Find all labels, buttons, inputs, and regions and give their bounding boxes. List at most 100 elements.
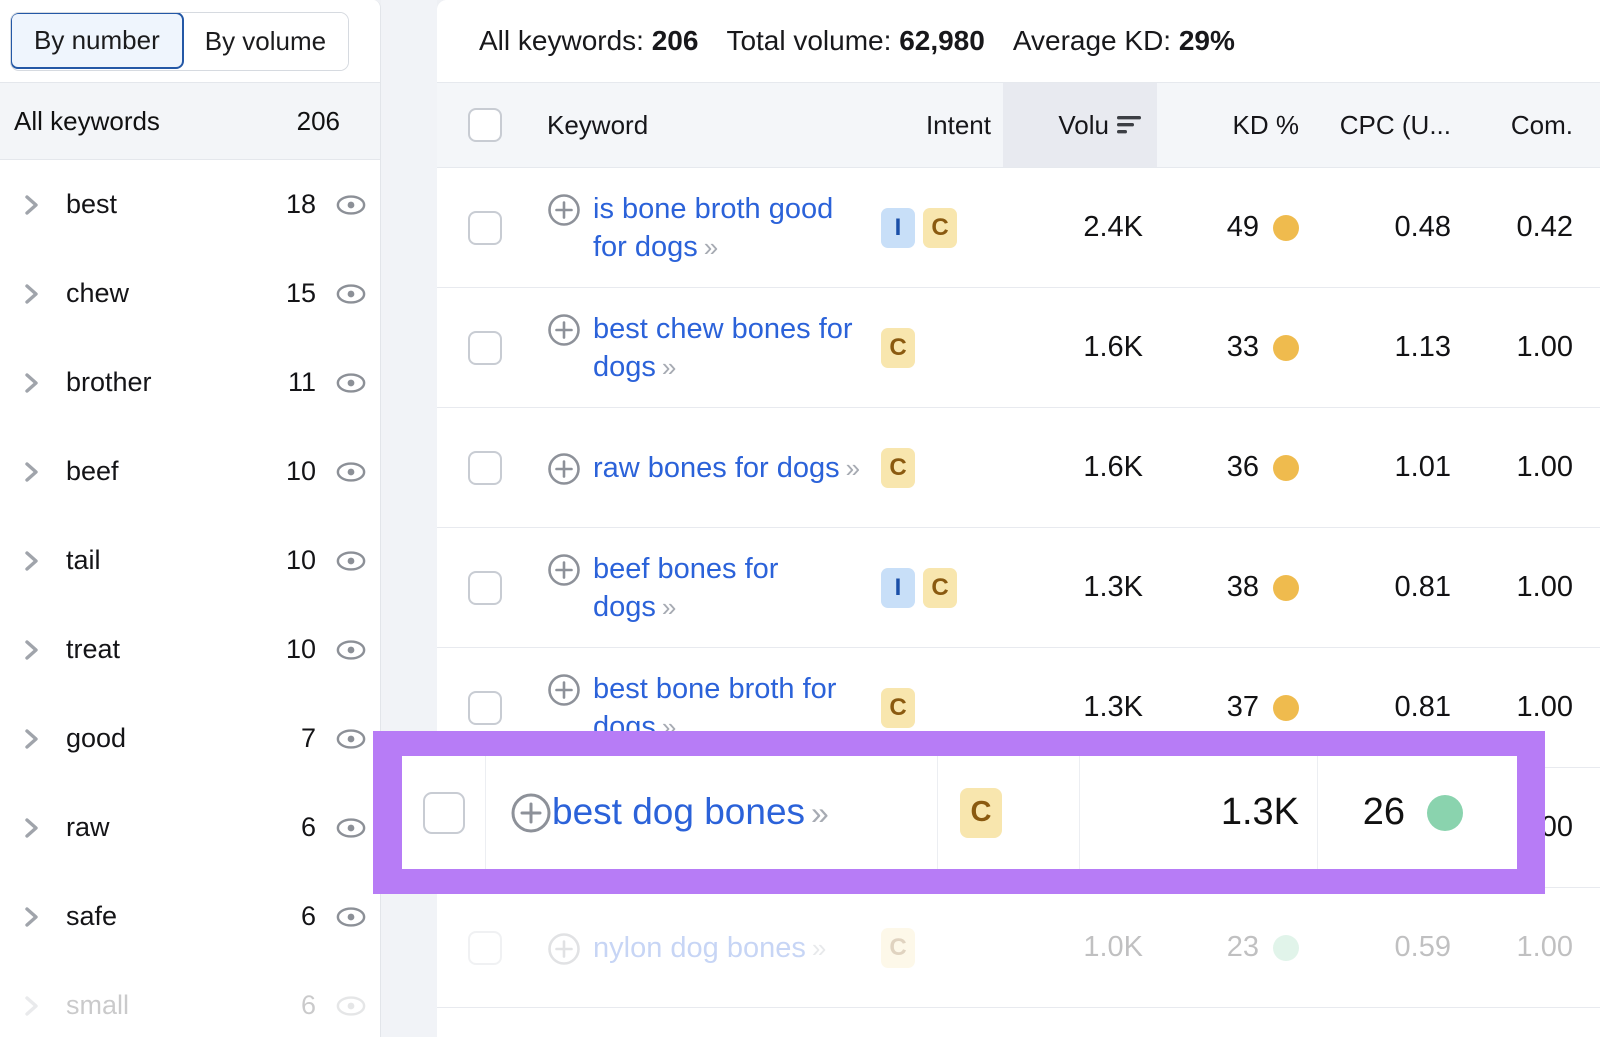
sidebar-group-chew[interactable]: chew 15 [0,249,380,338]
highlight-row-checkbox[interactable] [422,791,465,834]
chevron-right-icon[interactable] [18,548,44,574]
eye-icon[interactable] [336,724,366,754]
intent-badge-informational[interactable]: I [881,207,915,248]
eye-icon[interactable] [336,457,366,487]
add-keyword-plus-circle-icon[interactable] [547,313,581,347]
row-keyword-cell[interactable]: beef bones for dogs» [533,527,867,648]
row-checkbox[interactable] [468,330,502,365]
intent-badge-commercial[interactable]: C [923,567,957,608]
table-row[interactable]: nylon dog bones» C 1.0K 23 0.59 1.00 6 [437,887,1600,1008]
eye-icon[interactable] [336,991,366,1021]
row-sf-cell: 8 [1587,407,1600,528]
chevron-right-icon[interactable] [18,904,44,930]
sidebar-group-best[interactable]: best 18 [0,160,380,249]
expand-double-chevron-icon[interactable]: » [704,232,719,262]
eye-icon[interactable] [336,902,366,932]
add-keyword-plus-circle-icon[interactable] [547,452,581,486]
row-keyword-cell[interactable]: best chew bones for dogs» [533,287,867,408]
intent-badge-commercial[interactable]: C [960,787,1002,838]
select-all-checkbox[interactable] [468,108,502,143]
grouping-segmented-control[interactable]: By number By volume [10,11,350,71]
toggle-by-volume[interactable]: By volume [182,12,349,70]
table-row[interactable]: beef bones for dogs»IC1.3K380.811.009 [437,527,1600,648]
add-keyword-plus-circle-icon[interactable] [547,673,581,707]
row-checkbox-cell[interactable] [437,887,533,1008]
sidebar-item-all-keywords[interactable]: All keywords 206 [0,82,380,160]
sidebar-group-raw[interactable]: raw 6 [0,783,380,872]
expand-double-chevron-icon[interactable]: » [662,592,677,622]
header-cpc[interactable]: CPC (U... [1315,82,1463,168]
sort-descending-icon[interactable] [1117,114,1143,136]
add-keyword-plus-circle-icon[interactable] [510,792,552,834]
intent-badge-commercial[interactable]: C [881,687,915,728]
eye-icon[interactable] [336,546,366,576]
row-checkbox-cell[interactable] [437,407,533,528]
sidebar-group-tail[interactable]: tail 10 [0,516,380,605]
keyword-link[interactable]: is bone broth good for dogs» [593,190,867,266]
row-keyword-cell[interactable]: raw bones for dogs» [533,407,867,528]
intent-badge-commercial[interactable]: C [923,207,957,248]
highlight-row-checkbox-cell[interactable] [402,756,486,869]
keyword-link[interactable]: best chew bones for dogs» [593,310,867,386]
table-row[interactable]: best chew bones for dogs» C 1.6K 33 1.13 1.00… [437,287,1600,408]
highlight-row-keyword-cell[interactable]: best dog bones» [486,756,938,869]
sidebar-group-small[interactable]: small 6 [0,961,380,1037]
chevron-right-icon[interactable] [18,281,44,307]
toggle-by-number[interactable]: By number [11,12,184,69]
sidebar-group-safe[interactable]: safe 6 [0,872,380,961]
row-checkbox-cell[interactable] [437,167,533,288]
add-keyword-plus-circle-icon[interactable] [547,932,581,966]
expand-double-chevron-icon[interactable]: » [846,453,861,483]
header-intent[interactable]: Intent [867,82,1003,168]
row-keyword-cell[interactable]: is bone broth good for dogs» [533,167,867,288]
chevron-right-icon[interactable] [18,726,44,752]
header-volume[interactable]: Volu [1003,82,1157,168]
table-row[interactable]: is bone broth good for dogs» I C 2.4K 49 0.48… [437,167,1600,288]
row-checkbox-cell[interactable] [437,287,533,408]
volume-value: 2.4K [1083,211,1143,243]
add-keyword-plus-circle-icon[interactable] [547,553,581,587]
highlighted-keyword-row[interactable]: best dog bones» C 1.3K 26 [402,756,1517,869]
eye-icon[interactable] [336,635,366,665]
highlight-keyword-link[interactable]: best dog bones» [552,790,829,835]
eye-icon[interactable] [336,813,366,843]
sidebar-group-beef[interactable]: beef 10 [0,427,380,516]
expand-double-chevron-icon[interactable]: » [662,352,677,382]
header-sf[interactable]: SF [1587,82,1600,168]
intent-badge-commercial[interactable]: C [881,927,915,968]
row-checkbox[interactable] [468,210,502,245]
chevron-right-icon[interactable] [18,192,44,218]
header-kd[interactable]: KD % [1157,82,1315,168]
keyword-link[interactable]: raw bones for dogs» [593,449,861,487]
add-keyword-plus-circle-icon[interactable] [547,193,581,227]
table-row[interactable]: raw bones for dogs» C 1.6K 36 1.01 1.00 8 [437,407,1600,528]
row-keyword-cell[interactable]: nylon dog bones» [533,887,867,1008]
intent-badge-informational[interactable]: I [881,567,915,608]
chevron-right-icon[interactable] [18,637,44,663]
sidebar-group-treat[interactable]: treat 10 [0,605,380,694]
row-checkbox[interactable] [468,450,502,485]
chevron-right-icon[interactable] [18,370,44,396]
eye-icon[interactable] [336,190,366,220]
sidebar-group-brother[interactable]: brother 11 [0,338,380,427]
eye-icon[interactable] [336,279,366,309]
table-header-row: Keyword Intent Volu KD % CPC (U... Com. [437,82,1600,168]
sidebar-group-good[interactable]: good 7 [0,694,380,783]
chevron-right-icon[interactable] [18,993,44,1019]
chevron-right-icon[interactable] [18,815,44,841]
keyword-link[interactable]: beef bones for dogs» [593,550,867,626]
header-com[interactable]: Com. [1463,82,1587,168]
row-checkbox-cell[interactable] [437,527,533,648]
expand-double-chevron-icon[interactable]: » [812,933,827,963]
intent-badge-commercial[interactable]: C [881,447,915,488]
header-select-all[interactable] [437,82,533,168]
row-checkbox[interactable] [468,930,502,965]
expand-double-chevron-icon[interactable]: » [811,795,829,831]
eye-icon[interactable] [336,368,366,398]
keyword-link[interactable]: nylon dog bones» [593,929,827,967]
intent-badge-commercial[interactable]: C [881,327,915,368]
chevron-right-icon[interactable] [18,459,44,485]
row-checkbox[interactable] [468,570,502,605]
row-checkbox[interactable] [468,690,502,725]
header-keyword[interactable]: Keyword [533,82,867,168]
